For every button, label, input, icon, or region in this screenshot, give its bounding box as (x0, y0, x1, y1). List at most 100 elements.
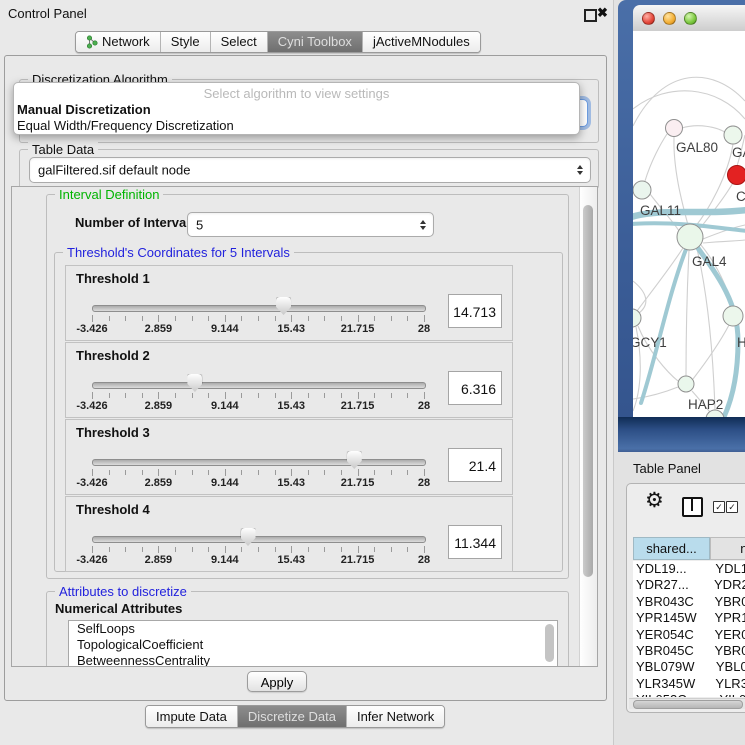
network-edge[interactable] (682, 126, 726, 133)
threshold-label: Threshold 4 (76, 502, 150, 517)
table-row[interactable]: YIL052CYIL0 (633, 692, 745, 697)
threshold-1-slider-thumb[interactable] (276, 297, 291, 315)
network-edge[interactable] (686, 250, 689, 376)
algorithm-option-equal-width-frequency-discretization[interactable]: Equal Width/Frequency Discretization (16, 118, 577, 134)
column-header-na[interactable]: na (710, 537, 745, 560)
threshold-2-slider-thumb[interactable] (187, 374, 202, 392)
scrollbar-thumb[interactable] (633, 700, 743, 709)
slider-tick (208, 547, 209, 552)
slider-tick (125, 547, 126, 552)
network-node-gal[interactable] (724, 126, 742, 144)
checkbox-icon[interactable]: ✓ (713, 501, 725, 513)
network-edge[interactable] (693, 325, 729, 379)
float-window-icon[interactable] (584, 9, 597, 22)
table-row[interactable]: YER054CYER0 (633, 627, 745, 643)
slider-tick (308, 316, 309, 321)
slider-tick-label: 28 (418, 477, 430, 489)
cell-shared-name: YBR045C (633, 643, 707, 659)
table-row[interactable]: YLR345WYLR3 (633, 676, 745, 692)
gear-icon[interactable]: ⚙ (645, 490, 664, 511)
network-edge[interactable] (633, 91, 745, 119)
slider-tick (175, 547, 176, 552)
threshold-3-slider-track[interactable] (92, 459, 426, 466)
threshold-4-slider-thumb[interactable] (241, 528, 256, 546)
tab-label: Impute Data (156, 707, 227, 727)
threshold-1-slider-track[interactable] (92, 305, 426, 312)
threshold-2-value-field[interactable]: 6.316 (448, 371, 502, 405)
table-row[interactable]: YBR045CYBR0 (633, 643, 745, 659)
slider-tick-label: -3.426 (76, 554, 107, 566)
attribute-item-topologicalcoefficient[interactable]: TopologicalCoefficient (69, 637, 557, 653)
tab-network[interactable]: Network (76, 32, 161, 52)
column-header-shared[interactable]: shared... (633, 537, 710, 560)
settings-vertical-scrollbar[interactable] (579, 187, 597, 666)
network-node-h[interactable] (723, 306, 743, 326)
slider-tick-label: 2.859 (145, 323, 173, 335)
slider-tick (109, 547, 110, 552)
cell-shared-name: YER054C (633, 627, 707, 643)
number-of-intervals-combobox[interactable]: 5 (187, 212, 434, 237)
table-row[interactable]: YDL19...YDL1 (633, 561, 745, 577)
scrollbar-thumb[interactable] (583, 205, 593, 577)
numerical-attributes-list[interactable]: SelfLoopsTopologicalCoefficientBetweenne… (68, 620, 558, 667)
threshold-4-value-field[interactable]: 11.344 (448, 525, 502, 559)
attribute-item-selfloops[interactable]: SelfLoops (69, 621, 557, 637)
network-edge[interactable] (633, 77, 745, 126)
table-data-combobox[interactable]: galFiltered.sif default node (29, 157, 591, 183)
threshold-3-value-field[interactable]: 21.4 (448, 448, 502, 482)
network-edge[interactable] (699, 181, 734, 230)
table-row[interactable]: YPR145WYPR1 (633, 610, 745, 626)
list-scrollbar[interactable] (545, 624, 554, 662)
network-node-gal11[interactable] (633, 181, 651, 199)
column-layout-icon[interactable] (682, 497, 703, 517)
close-window-button[interactable] (642, 12, 655, 25)
tab-cyni-toolbox[interactable]: Cyni Toolbox (268, 32, 363, 52)
network-edge[interactable] (703, 240, 745, 243)
network-node-gal80[interactable] (666, 120, 683, 137)
tab-style[interactable]: Style (161, 32, 211, 52)
tab-infer-network[interactable]: Infer Network (347, 706, 444, 727)
table-row[interactable]: YBL079WYBL0 (633, 659, 745, 675)
threshold-3-slider-thumb[interactable] (347, 451, 362, 469)
tab-jactivemnodules[interactable]: jActiveMNodules (363, 32, 480, 52)
apply-button[interactable]: Apply (247, 671, 307, 692)
slider-tick (109, 393, 110, 398)
cell-shared-name: YPR145W (633, 610, 707, 626)
tab-discretize-data[interactable]: Discretize Data (238, 706, 347, 727)
close-panel-icon[interactable]: ✖ (597, 5, 608, 21)
table-row[interactable]: YBR043CYBR0 (633, 594, 745, 610)
network-node-hap2[interactable] (678, 376, 694, 392)
network-edge[interactable] (645, 134, 667, 181)
slider-tick (424, 469, 425, 476)
slider-tick (324, 547, 325, 552)
network-node-label: GAL4 (692, 254, 727, 269)
table-row[interactable]: YDR27...YDR2 (633, 577, 745, 593)
network-edge[interactable] (633, 387, 678, 399)
tab-label: Cyni Toolbox (278, 32, 352, 52)
slider-tick (208, 393, 209, 398)
threshold-1-value-field[interactable]: 14.713 (448, 294, 502, 328)
network-node-c[interactable] (728, 166, 745, 185)
slider-tick (241, 470, 242, 475)
tab-impute-data[interactable]: Impute Data (146, 706, 238, 727)
slider-tick (142, 547, 143, 552)
algorithm-placeholder: Select algorithm to view settings (14, 86, 579, 101)
zoom-window-button[interactable] (684, 12, 697, 25)
minimize-window-button[interactable] (663, 12, 676, 25)
network-view-titlebar[interactable] (633, 5, 745, 32)
tab-label: jActiveMNodules (373, 32, 470, 52)
cell-shared-name: YBL079W (633, 659, 709, 675)
table-data-label: Table Data (28, 142, 98, 157)
threshold-4-slider-track[interactable] (92, 536, 426, 543)
attribute-item-betweennesscentrality[interactable]: BetweennessCentrality (69, 653, 557, 667)
algorithm-option-manual-discretization[interactable]: Manual Discretization (16, 102, 577, 118)
checkbox-icon[interactable]: ✓ (726, 501, 738, 513)
slider-tick (158, 546, 159, 553)
table-horizontal-scrollbar[interactable] (629, 698, 745, 709)
slider-tick (308, 470, 309, 475)
network-canvas[interactable]: GAL80GALCGAL11GAL4GCY1HHAP2 (633, 31, 745, 417)
network-node-gal4[interactable] (677, 224, 703, 250)
threshold-2-slider-track[interactable] (92, 382, 426, 389)
tab-select[interactable]: Select (211, 32, 268, 52)
network-node-label: HAP2 (688, 397, 723, 412)
